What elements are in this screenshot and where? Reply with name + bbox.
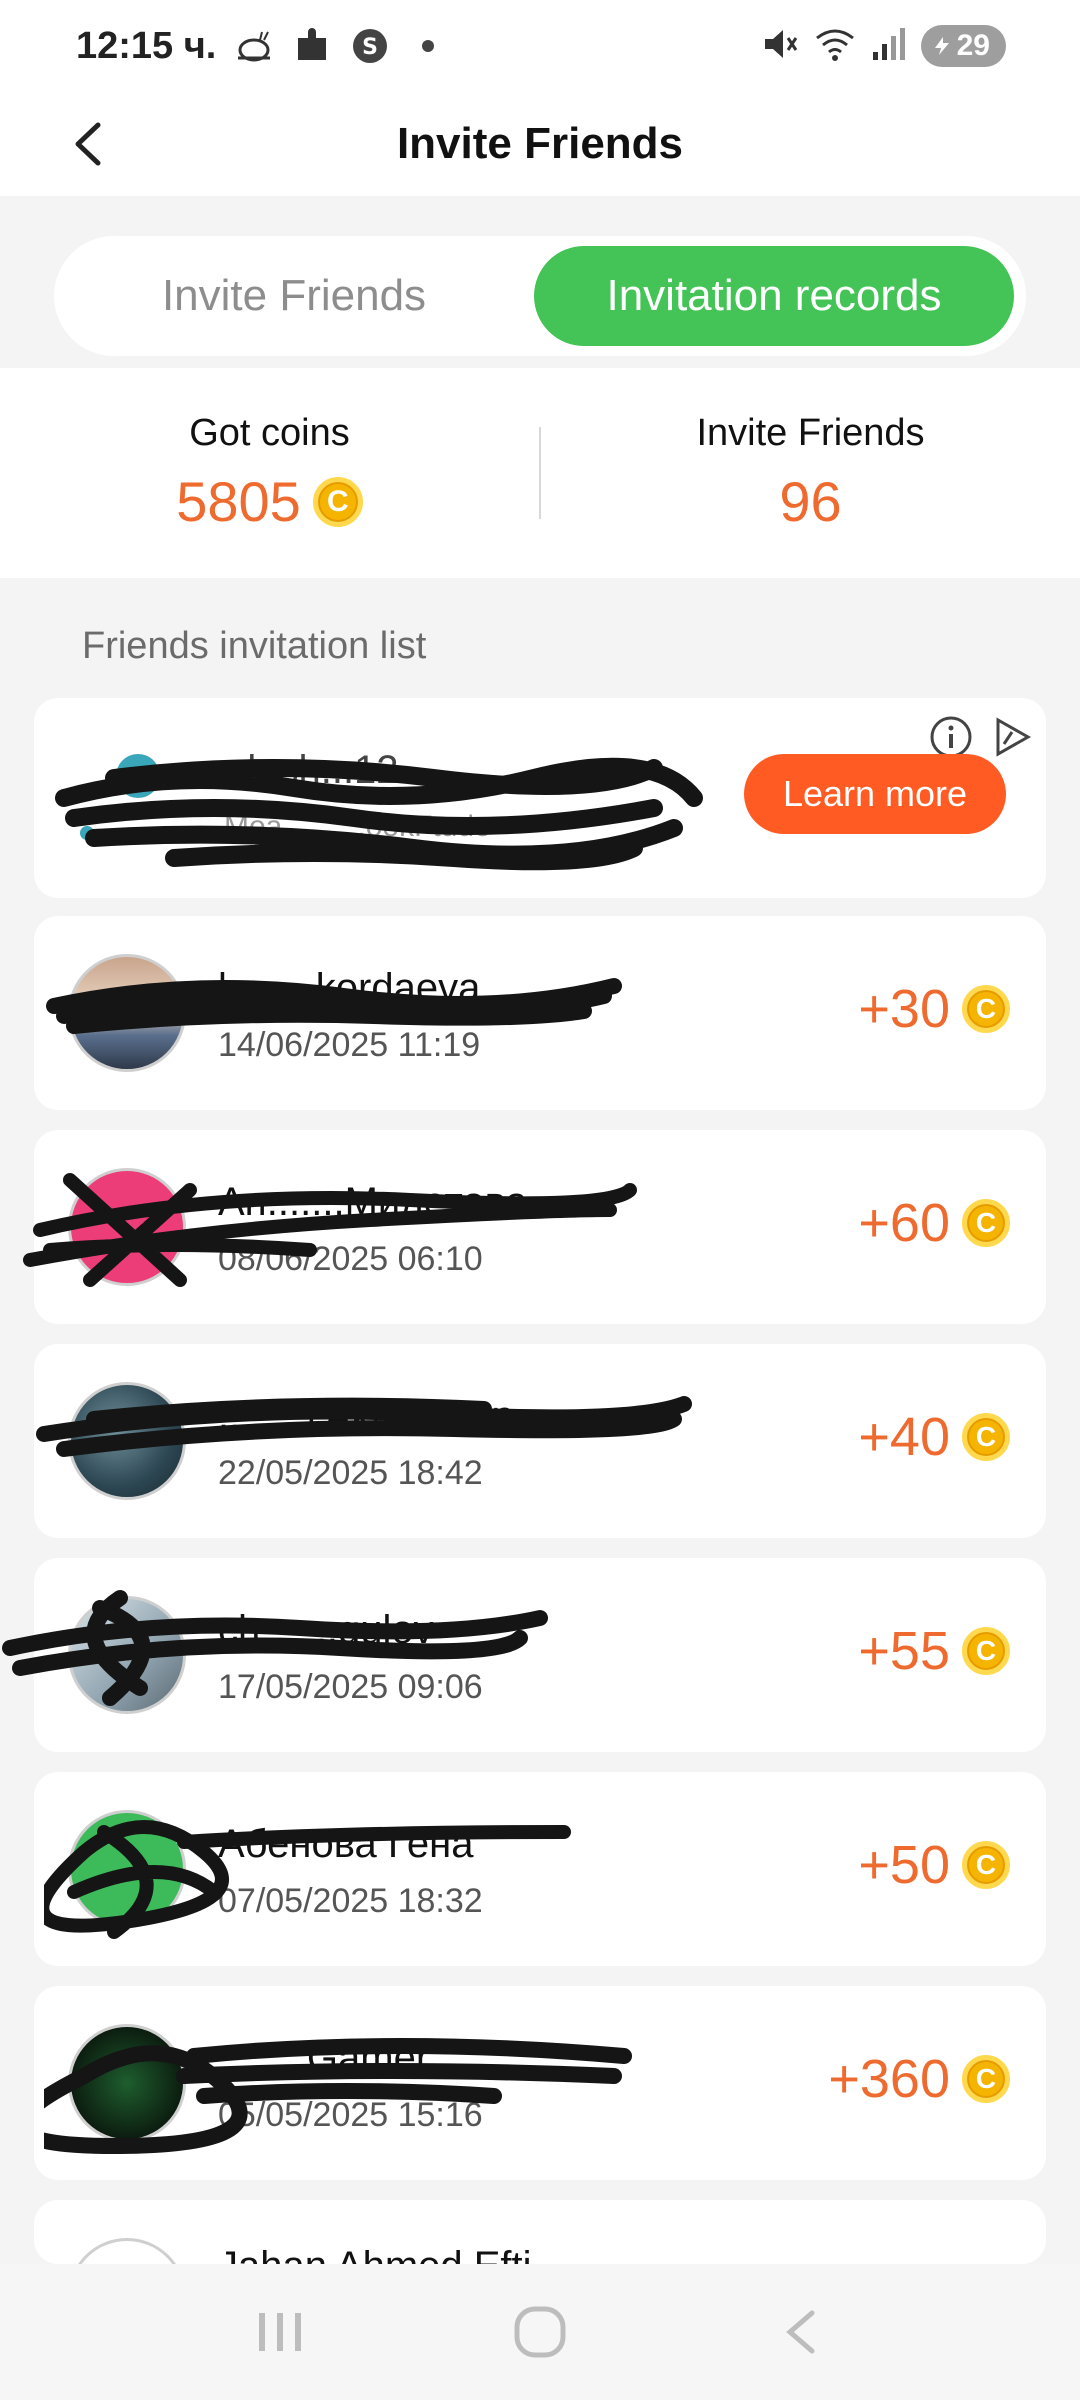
- ad-card[interactable]: ...lash...12 Mea..........ookFtude Learn…: [34, 698, 1046, 898]
- reward-amount: +360 C: [828, 2048, 1010, 2110]
- reward-value: +40: [858, 1407, 950, 1467]
- tab-invitation-records[interactable]: Invitation records: [534, 246, 1014, 346]
- friend-card: Jahan Ahmed Efti: [34, 2200, 1046, 2264]
- friend-name: ........Gamer: [218, 2036, 430, 2080]
- reward-amount: +60 C: [858, 1192, 1010, 1254]
- friends-label: Invite Friends: [696, 412, 925, 454]
- status-left: 12:15 ч. S: [76, 25, 448, 68]
- list-title: Friends invitation list: [82, 625, 427, 667]
- coin-icon: C: [962, 1627, 1010, 1675]
- friends-stat: Invite Friends 96: [541, 412, 1080, 534]
- friend-name: Абенова Гена: [218, 1822, 474, 1866]
- friend-name: l........kordaeva: [218, 966, 481, 1010]
- page-title: Invite Friends: [396, 119, 684, 168]
- snail-icon: [234, 26, 274, 66]
- reward-amount: +50 C: [858, 1834, 1010, 1896]
- avatar: [68, 2238, 186, 2264]
- friend-card: ch.......gulov 17/05/2025 09:06 +55 C: [2, 1558, 1046, 1752]
- coin-icon: C: [312, 476, 363, 527]
- back-button[interactable]: [56, 112, 120, 176]
- dot-icon: [408, 26, 448, 66]
- friend-card: Абенова Гена 07/05/2025 18:32 +50 C: [34, 1772, 1046, 1966]
- reward-value: +55: [858, 1621, 950, 1681]
- reward-amount: +40 C: [858, 1406, 1010, 1468]
- coins-label: Got coins: [189, 412, 350, 454]
- status-time: 12:15 ч.: [76, 24, 217, 67]
- battery-icon: 29: [920, 25, 1006, 67]
- chevron-left-icon: [75, 122, 101, 166]
- stats-panel: Got coins 5805 C Invite Friends 96: [0, 368, 1080, 578]
- learn-more-button[interactable]: Learn more: [744, 754, 1006, 834]
- avatar: [68, 954, 186, 1072]
- avatar: [68, 1168, 186, 1286]
- signal-icon: [871, 26, 907, 67]
- coins-stat: Got coins 5805 C: [0, 412, 539, 534]
- friend-card: ........Gamer 05/05/2025 15:16 +360 C: [34, 1986, 1046, 2180]
- tab-switcher: Invite Friends Invitation records: [54, 236, 1026, 356]
- reward-value: +30: [858, 979, 950, 1039]
- friend-card: l........kordaeva 14/06/2025 11:19 +30 C: [34, 916, 1046, 1110]
- app-header: Invite Friends: [0, 92, 1080, 196]
- coin-icon: C: [962, 985, 1010, 1033]
- system-nav-bar: [0, 2264, 1080, 2400]
- ad-name: ...lash...12: [214, 748, 399, 792]
- friend-name: ch.......gulov: [218, 1608, 434, 1652]
- puzzle-icon: [292, 26, 332, 66]
- coin-icon: C: [962, 1841, 1010, 1889]
- reward-amount: +55 C: [858, 1620, 1010, 1682]
- avatar: [68, 1382, 186, 1500]
- reward-amount: +30 C: [858, 978, 1010, 1040]
- battery-level: 29: [956, 29, 990, 62]
- ad-subtitle: Mea..........ookFtude: [224, 810, 491, 843]
- friend-name: Ан.......Милетова: [218, 1180, 528, 1224]
- recent-apps-button[interactable]: [235, 2297, 325, 2367]
- coins-value: 5805: [176, 470, 301, 533]
- friends-value: 96: [779, 470, 842, 533]
- svg-text:S: S: [362, 35, 378, 60]
- status-right: 29: [759, 24, 1006, 69]
- friend-card: ........l Akh...khan 22/05/2025 18:42 +4…: [34, 1344, 1046, 1538]
- avatar: [68, 2024, 186, 2142]
- mute-icon: [759, 24, 799, 69]
- friend-date: 05/05/2025 15:16: [218, 2096, 483, 2134]
- status-bar: 12:15 ч. S 29: [0, 0, 1080, 92]
- friend-date: 22/05/2025 18:42: [218, 1454, 483, 1492]
- friend-name: ........l Akh...khan: [218, 1394, 514, 1438]
- tabs-area: Invite Friends Invitation records: [0, 196, 1080, 368]
- reward-value: +360: [828, 2049, 950, 2109]
- friend-date: 17/05/2025 09:06: [218, 1668, 483, 1706]
- home-button[interactable]: [495, 2297, 585, 2367]
- coin-icon: C: [962, 1413, 1010, 1461]
- reward-value: +60: [858, 1193, 950, 1253]
- avatar: [68, 1810, 186, 1928]
- coins-value-row: 5805 C: [176, 469, 363, 534]
- tab-invite-friends[interactable]: Invite Friends: [54, 246, 534, 346]
- friend-date: 14/06/2025 11:19: [218, 1026, 481, 1064]
- s-badge-icon: S: [350, 26, 390, 66]
- reward-value: +50: [858, 1835, 950, 1895]
- friend-name: Jahan Ahmed Efti: [218, 2244, 532, 2264]
- wifi-icon: [813, 24, 857, 69]
- coin-icon: C: [962, 1199, 1010, 1247]
- back-icon: [786, 2310, 815, 2354]
- coin-icon: C: [962, 2055, 1010, 2103]
- avatar: [68, 1596, 186, 1714]
- recent-apps-icon: [259, 2313, 301, 2351]
- home-icon: [514, 2306, 566, 2358]
- ad-logo: [116, 754, 160, 798]
- friend-date: 08/06/2025 06:10: [218, 1240, 483, 1278]
- friend-card: Ан.......Милетова 08/06/2025 06:10 +60 C: [23, 1130, 1046, 1324]
- friend-date: 07/05/2025 18:32: [218, 1882, 483, 1920]
- ad-logo-dot: [80, 826, 94, 840]
- back-nav-button[interactable]: [755, 2297, 845, 2367]
- ad-choices-icon[interactable]: [988, 714, 1034, 760]
